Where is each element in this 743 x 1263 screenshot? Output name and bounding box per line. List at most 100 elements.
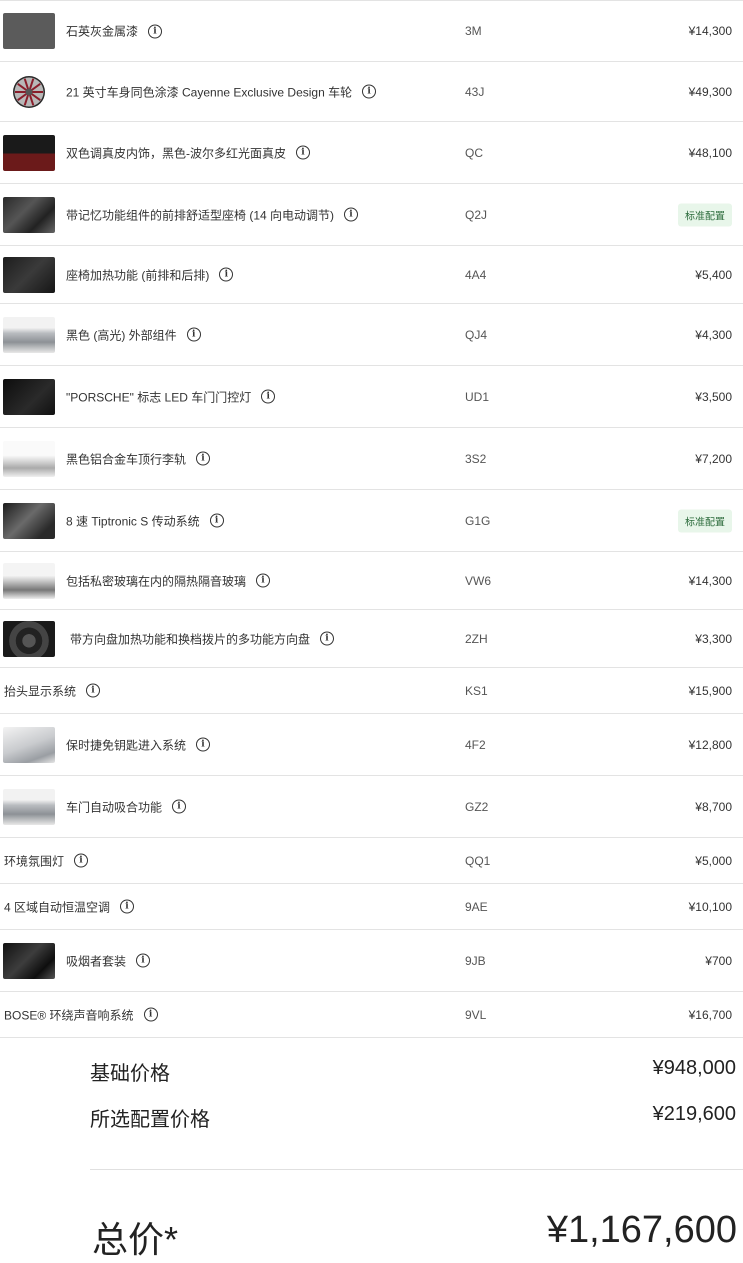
option-name-label: 保时捷免钥匙进入系统 (66, 738, 187, 752)
info-icon[interactable]: i (296, 145, 310, 160)
option-name: "PORSCHE" 标志 LED 车门门控灯 i (66, 388, 276, 405)
info-icon[interactable]: i (143, 1007, 158, 1022)
option-code: UD1 (465, 389, 490, 404)
total-price-value: ¥1,167,600 (546, 1209, 737, 1251)
option-price: ¥700 (705, 953, 732, 968)
option-row: 车门自动吸合功能 i GZ2 ¥8,700 (0, 776, 743, 838)
info-icon[interactable]: i (120, 899, 135, 914)
option-price: ¥7,200 (695, 451, 732, 466)
option-name: BOSE® 环绕声音响系统 i (4, 1006, 158, 1023)
option-code: G1G (465, 513, 491, 528)
option-name: 黑色 (高光) 外部组件 i (66, 326, 201, 343)
option-price: ¥3,300 (695, 631, 732, 646)
option-code: 9VL (465, 1007, 487, 1022)
info-icon[interactable]: i (196, 737, 211, 752)
option-price: ¥14,300 (688, 573, 732, 588)
info-icon[interactable]: i (172, 799, 187, 814)
option-name-label: 吸烟者套装 (66, 954, 127, 968)
option-row: BOSE® 环绕声音响系统 i 9VL ¥16,700 (0, 992, 743, 1038)
info-icon[interactable]: i (86, 683, 101, 698)
option-code: QC (465, 145, 483, 160)
option-thumbnail (3, 788, 55, 825)
option-price: ¥16,700 (688, 1007, 732, 1022)
info-icon[interactable]: i (74, 853, 89, 868)
options-price-label: 所选配置价格 (90, 1109, 210, 1131)
option-thumbnail (3, 316, 55, 353)
option-list: 石英灰金属漆 i 3M ¥14,300 21 英寸车身同色涂漆 Cayenne Excl… (0, 0, 743, 1038)
option-row: 8 速 Tiptronic S 传动系统 i G1G 标准配置 (0, 490, 743, 552)
info-icon[interactable]: i (186, 327, 201, 342)
option-name: 座椅加热功能 (前排和后排) i (66, 266, 234, 283)
option-name-label: 车门自动吸合功能 (66, 800, 163, 814)
info-icon[interactable]: i (219, 267, 234, 282)
option-name-label: 21 英寸车身同色涂漆 Cayenne Exclusive Design 车轮 (66, 85, 353, 99)
option-code: QQ1 (465, 853, 491, 868)
option-code: Q2J (465, 207, 488, 222)
option-name: 石英灰金属漆 i (66, 23, 163, 40)
option-thumbnail (3, 196, 55, 233)
standard-badge: 标准配置 (678, 203, 732, 226)
option-row: 保时捷免钥匙进入系统 i 4F2 ¥12,800 (0, 714, 743, 776)
option-code: 43J (465, 84, 485, 99)
option-name-label: 黑色铝合金车顶行李轨 (66, 452, 187, 466)
option-thumbnail (3, 134, 55, 171)
option-code: VW6 (465, 573, 492, 588)
option-row: 环境氛围灯 i QQ1 ¥5,000 (0, 838, 743, 884)
option-name-label: 双色调真皮内饰，黑色-波尔多红光面真皮 (66, 146, 286, 160)
option-name: 带方向盘加热功能和换档拨片的多功能方向盘 i (70, 630, 335, 647)
option-price: ¥14,300 (688, 24, 732, 38)
option-price: ¥48,100 (688, 145, 732, 160)
option-name: 黑色铝合金车顶行李轨 i (66, 450, 211, 467)
option-price: ¥10,100 (688, 899, 732, 914)
option-code: 3S2 (465, 451, 487, 466)
option-name-label: 抬头显示系统 (4, 684, 77, 698)
info-icon[interactable]: i (256, 573, 271, 588)
option-code: GZ2 (465, 799, 489, 814)
info-icon[interactable]: i (261, 389, 276, 404)
option-thumbnail (3, 942, 55, 979)
option-row: 包括私密玻璃在内的隔热隔音玻璃 i VW6 ¥14,300 (0, 552, 743, 610)
option-code: 4A4 (465, 267, 487, 282)
info-icon[interactable]: i (148, 24, 163, 38)
option-name-label: BOSE® 环绕声音响系统 (4, 1008, 134, 1022)
info-icon[interactable]: i (320, 631, 335, 646)
option-name: 4 区域自动恒温空调 i (4, 898, 135, 915)
option-name-label: 座椅加热功能 (前排和后排) (66, 268, 210, 282)
option-price: ¥15,900 (688, 683, 732, 698)
option-price: ¥8,700 (695, 799, 732, 814)
option-name-label: 4 区域自动恒温空调 (4, 900, 111, 914)
info-icon[interactable]: i (344, 207, 359, 222)
info-icon[interactable]: i (209, 513, 224, 528)
option-thumbnail (3, 726, 55, 763)
option-code: 9AE (465, 899, 488, 914)
option-code: 2ZH (465, 631, 488, 646)
option-price: ¥5,000 (695, 853, 732, 868)
option-thumbnail (3, 562, 55, 599)
info-icon[interactable]: i (136, 953, 151, 968)
info-icon[interactable]: i (362, 84, 377, 99)
option-code: 4F2 (465, 737, 486, 752)
option-code: 3M (465, 24, 482, 38)
option-name-label: 石英灰金属漆 (66, 24, 139, 39)
price-summary: 基础价格 ¥948,000 所选配置价格 ¥219,600 总价* ¥1,167… (0, 1037, 743, 1260)
option-row: 双色调真皮内饰，黑色-波尔多红光面真皮 i QC ¥48,100 (0, 122, 743, 184)
option-row: 4 区域自动恒温空调 i 9AE ¥10,100 (0, 884, 743, 930)
standard-badge: 标准配置 (678, 509, 732, 532)
option-price: ¥5,400 (695, 267, 732, 282)
option-name: 抬头显示系统 i (4, 682, 101, 699)
option-name-label: 带方向盘加热功能和换档拨片的多功能方向盘 (70, 632, 311, 646)
option-row: 吸烟者套装 i 9JB ¥700 (0, 930, 743, 992)
option-name-label: "PORSCHE" 标志 LED 车门门控灯 (66, 390, 252, 404)
options-price-value: ¥219,600 (652, 1103, 736, 1125)
option-code: 9JB (465, 953, 486, 968)
option-row: "PORSCHE" 标志 LED 车门门控灯 i UD1 ¥3,500 (0, 366, 743, 428)
option-row: 座椅加热功能 (前排和后排) i 4A4 ¥5,400 (0, 246, 743, 304)
option-name: 8 速 Tiptronic S 传动系统 i (66, 512, 224, 529)
option-name: 21 英寸车身同色涂漆 Cayenne Exclusive Design 车轮 i (66, 83, 377, 100)
option-name: 保时捷免钥匙进入系统 i (66, 736, 211, 753)
info-icon[interactable]: i (196, 451, 211, 466)
option-name: 双色调真皮内饰，黑色-波尔多红光面真皮 i (66, 144, 310, 161)
option-thumbnail (3, 620, 55, 657)
option-row: 带方向盘加热功能和换档拨片的多功能方向盘 i 2ZH ¥3,300 (0, 610, 743, 668)
option-thumbnail (3, 440, 55, 477)
